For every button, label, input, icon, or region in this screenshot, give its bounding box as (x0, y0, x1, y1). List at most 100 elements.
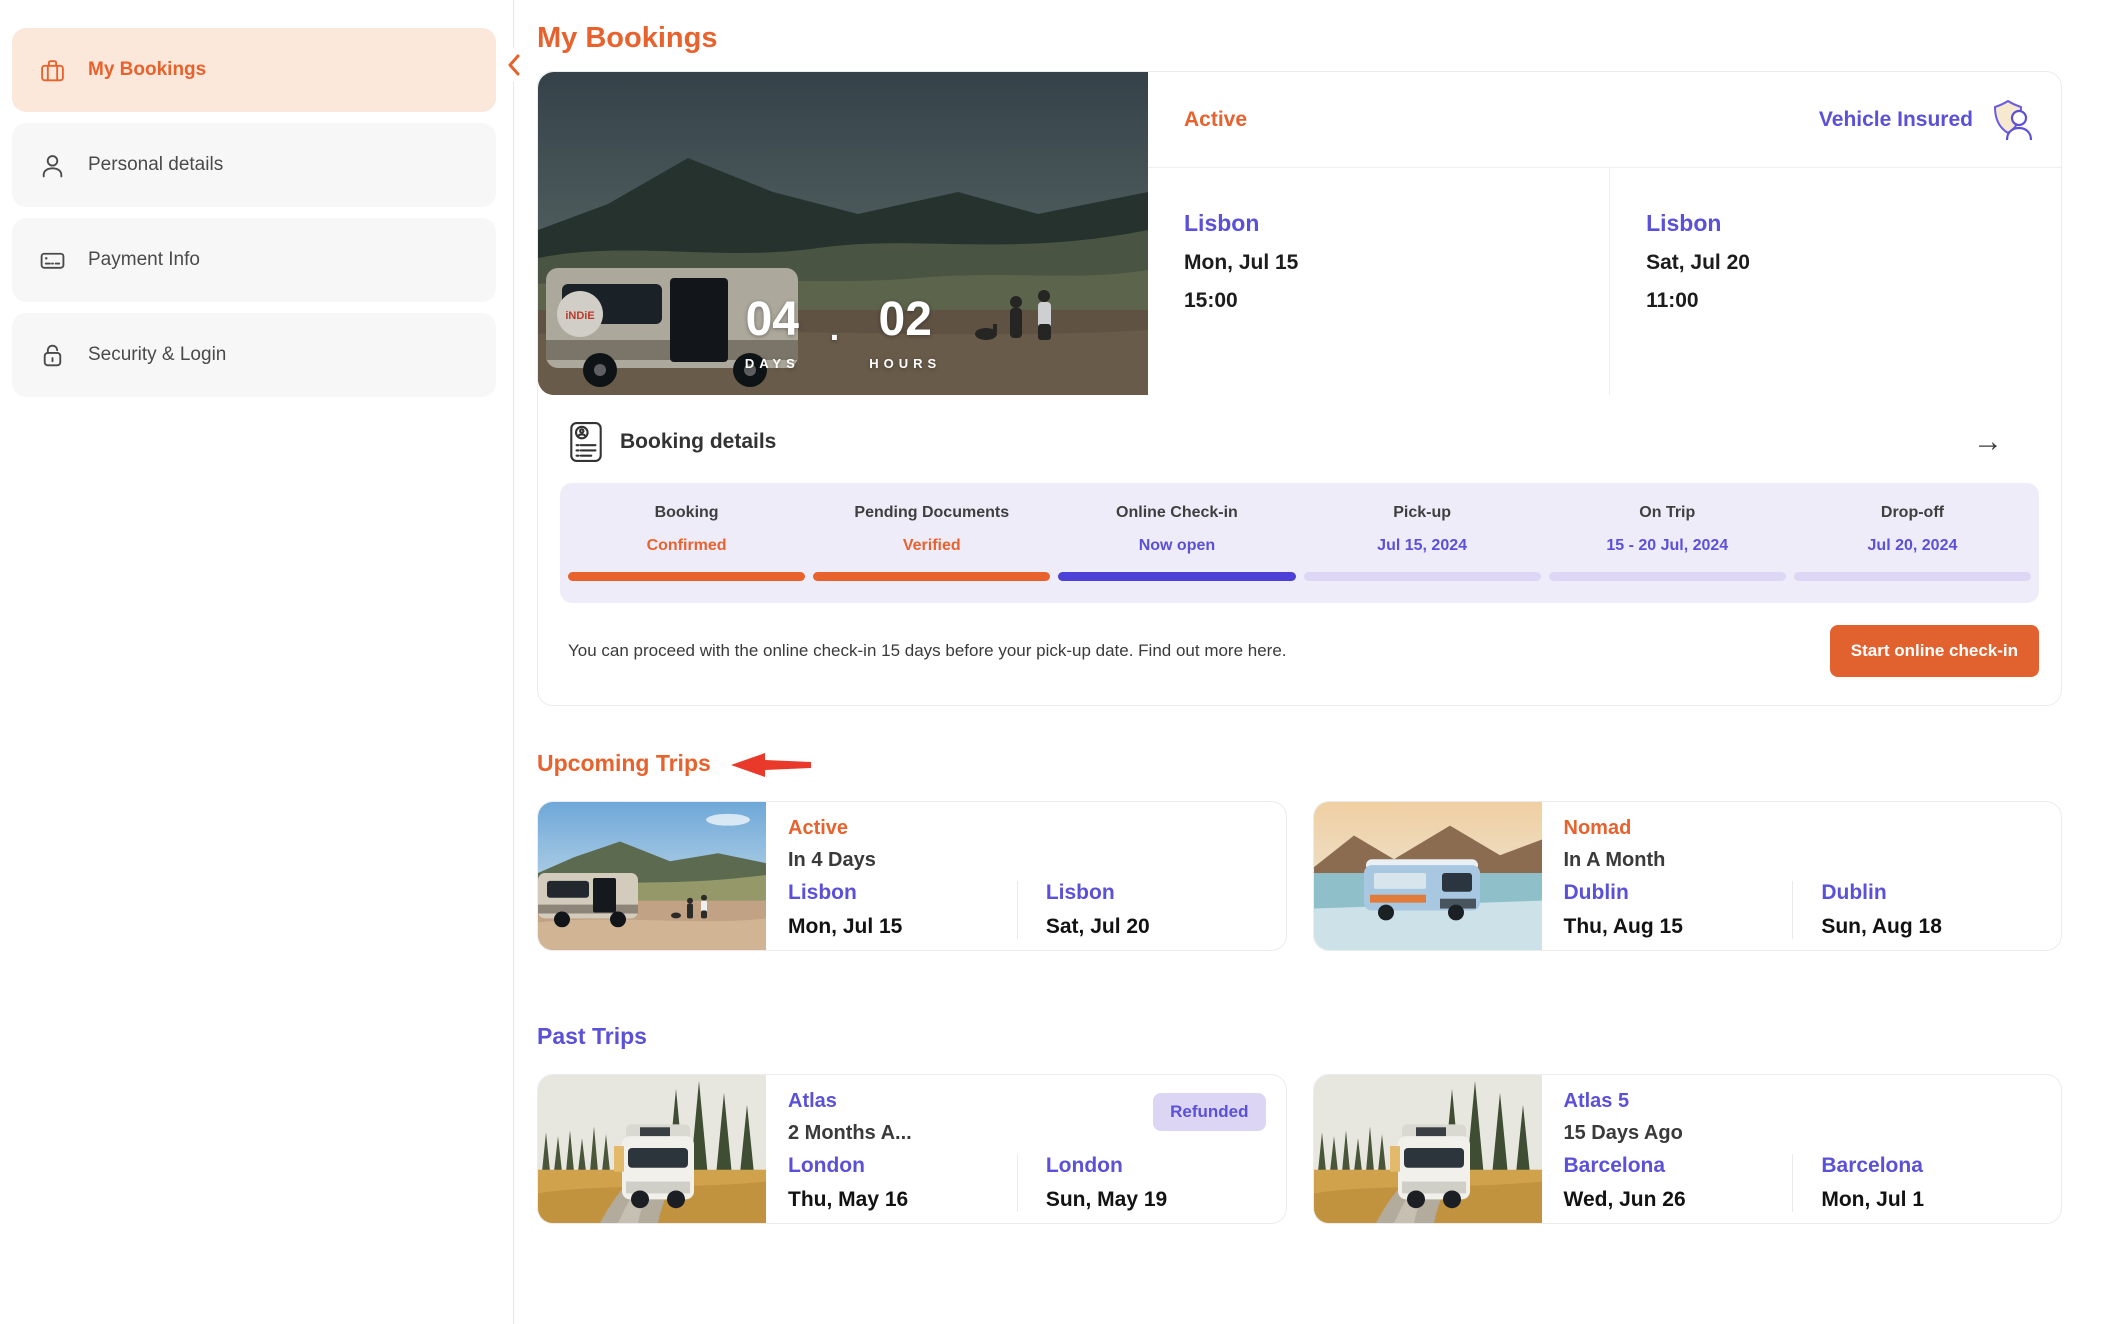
trip-pickup: Lisbon Mon, Jul 15 (788, 881, 1017, 939)
trip-dropoff: Barcelona Mon, Jul 1 (1792, 1154, 2021, 1212)
trip-locations: Dublin Thu, Aug 15 Dublin Sun, Aug 18 (1564, 881, 2062, 939)
trip-image (1314, 802, 1542, 950)
motorhome-scene-cypress (1314, 1075, 1542, 1223)
progress-step-ontrip: On Trip 15 - 20 Jul, 2024 (1545, 504, 1790, 581)
chevron-left-icon (507, 54, 521, 76)
credit-card-icon (38, 246, 66, 274)
my-bookings-page: My Bookings Personal details Payment Inf… (0, 0, 2116, 1324)
vehicle-insured: Vehicle Insured (1819, 99, 2033, 141)
trip-pickup: Dublin Thu, Aug 15 (1564, 881, 1793, 939)
trip-dropoff: London Sun, May 19 (1017, 1154, 1246, 1212)
countdown-days: 04 (745, 296, 800, 344)
start-online-checkin-button[interactable]: Start online check-in (1830, 625, 2039, 677)
countdown-hours-label: HOURS (869, 356, 941, 371)
booking-progress: Booking Confirmed Pending Documents Veri… (560, 483, 2039, 603)
checkin-note: You can proceed with the online check-in… (568, 641, 1287, 661)
trip-dropoff: Lisbon Sat, Jul 20 (1017, 881, 1246, 939)
sidebar-collapse-button[interactable] (499, 48, 529, 82)
progress-step-pickup: Pick-up Jul 15, 2024 (1300, 504, 1545, 581)
annotation-arrow (731, 753, 811, 777)
pickup-location: Lisbon Mon, Jul 15 15:00 (1148, 168, 1609, 395)
arrow-right-icon[interactable]: → (1973, 427, 2003, 457)
countdown-days-label: DAYS (745, 356, 800, 371)
trip-relative-time: 15 Days Ago (1564, 1122, 2062, 1145)
trip-pickup: London Thu, May 16 (788, 1154, 1017, 1212)
checkin-footer: You can proceed with the online check-in… (538, 603, 2061, 705)
progress-step-dropoff: Drop-off Jul 20, 2024 (1790, 504, 2035, 581)
booking-details-row[interactable]: Booking details → (538, 395, 2061, 483)
trip-image (1314, 1075, 1542, 1223)
active-booking-card: iNDiE 04 DAYS (537, 71, 2062, 706)
trip-pickup: Barcelona Wed, Jun 26 (1564, 1154, 1793, 1212)
trip-card-body: Nomad In A Month Dublin Thu, Aug 15 Dubl… (1542, 802, 2062, 950)
page-title: My Bookings (537, 22, 2062, 55)
progress-bar-upcoming (1794, 572, 2031, 581)
past-trips-title: Past Trips (537, 1023, 647, 1050)
sidebar-item-payment-info[interactable]: Payment Info (12, 218, 496, 302)
pickup-time: 15:00 (1184, 289, 1609, 313)
booking-locations: Lisbon Mon, Jul 15 15:00 Lisbon Sat, Jul… (1148, 168, 2061, 395)
trip-vehicle-name: Nomad (1564, 817, 2062, 840)
booking-details-title: Booking details (620, 430, 776, 454)
trip-status: Active (788, 817, 1286, 840)
trip-locations: London Thu, May 16 London Sun, May 19 (788, 1154, 1286, 1212)
trip-image (538, 1075, 766, 1223)
upcoming-trips-header: Upcoming Trips (537, 749, 2062, 777)
progress-bar-upcoming (1304, 572, 1541, 581)
briefcase-icon (38, 56, 66, 84)
campervan-scene-lake (1314, 802, 1542, 950)
sidebar-item-security-login[interactable]: Security & Login (12, 313, 496, 397)
past-trip-card-atlas[interactable]: Atlas 2 Months A... Refunded London Thu,… (537, 1074, 1287, 1224)
trip-relative-time: In 4 Days (788, 849, 1286, 872)
trip-relative-time: In A Month (1564, 849, 2062, 872)
past-trip-card-atlas5[interactable]: Atlas 5 15 Days Ago Barcelona Wed, Jun 2… (1313, 1074, 2063, 1224)
campervan-scene-day (538, 802, 766, 950)
booking-card-top: iNDiE 04 DAYS (538, 72, 2061, 395)
pickup-city: Lisbon (1184, 210, 1609, 237)
progress-bar-done (813, 572, 1050, 581)
vehicle-insured-label: Vehicle Insured (1819, 108, 1973, 132)
progress-step-booking: Booking Confirmed (564, 504, 809, 581)
user-icon (38, 151, 66, 179)
active-booking-image: iNDiE 04 DAYS (538, 72, 1148, 395)
sidebar-item-label: My Bookings (88, 59, 206, 81)
dropoff-location: Lisbon Sat, Jul 20 11:00 (1609, 168, 2061, 395)
booking-summary-panel: Active Vehicle Insured (1148, 72, 2061, 395)
progress-bar-current (1058, 572, 1295, 581)
dropoff-city: Lisbon (1646, 210, 2061, 237)
progress-bar-upcoming (1549, 572, 1786, 581)
sidebar-item-label: Payment Info (88, 249, 200, 271)
past-trips-header: Past Trips (537, 1023, 2062, 1050)
sidebar-item-label: Personal details (88, 154, 223, 176)
trip-image (538, 802, 766, 950)
main-content: My Bookings (537, 0, 2062, 1224)
lock-icon (38, 341, 66, 369)
countdown-hours: 02 (869, 296, 941, 344)
dropoff-date: Sat, Jul 20 (1646, 251, 2061, 275)
trip-card-body: Active In 4 Days Lisbon Mon, Jul 15 Lisb… (766, 802, 1286, 950)
sidebar-item-personal-details[interactable]: Personal details (12, 123, 496, 207)
booking-details-icon (568, 421, 604, 463)
progress-step-documents: Pending Documents Verified (809, 504, 1054, 581)
upcoming-trips-row: Active In 4 Days Lisbon Mon, Jul 15 Lisb… (537, 801, 2062, 951)
past-trips-row: Atlas 2 Months A... Refunded London Thu,… (537, 1074, 2062, 1224)
booking-status-row: Active Vehicle Insured (1148, 72, 2061, 168)
trip-card-body: Atlas 2 Months A... Refunded London Thu,… (766, 1075, 1286, 1223)
dropoff-time: 11:00 (1646, 289, 2061, 313)
upcoming-trip-card-active[interactable]: Active In 4 Days Lisbon Mon, Jul 15 Lisb… (537, 801, 1287, 951)
countdown-separator: . (830, 310, 839, 349)
shield-person-icon (1987, 99, 2033, 141)
trip-card-body: Atlas 5 15 Days Ago Barcelona Wed, Jun 2… (1542, 1075, 2062, 1223)
pickup-countdown: 04 DAYS . 02 HOURS (538, 296, 1148, 371)
pickup-date: Mon, Jul 15 (1184, 251, 1609, 275)
upcoming-trip-card-nomad[interactable]: Nomad In A Month Dublin Thu, Aug 15 Dubl… (1313, 801, 2063, 951)
trip-vehicle-name: Atlas 5 (1564, 1090, 2062, 1113)
booking-status-badge: Active (1184, 108, 1247, 132)
sidebar-item-my-bookings[interactable]: My Bookings (12, 28, 496, 112)
sidebar: My Bookings Personal details Payment Inf… (0, 0, 514, 1324)
trip-locations: Barcelona Wed, Jun 26 Barcelona Mon, Jul… (1564, 1154, 2062, 1212)
trip-locations: Lisbon Mon, Jul 15 Lisbon Sat, Jul 20 (788, 881, 1286, 939)
upcoming-trips-title: Upcoming Trips (537, 750, 711, 777)
refunded-badge: Refunded (1153, 1093, 1265, 1131)
motorhome-scene-cypress (538, 1075, 766, 1223)
